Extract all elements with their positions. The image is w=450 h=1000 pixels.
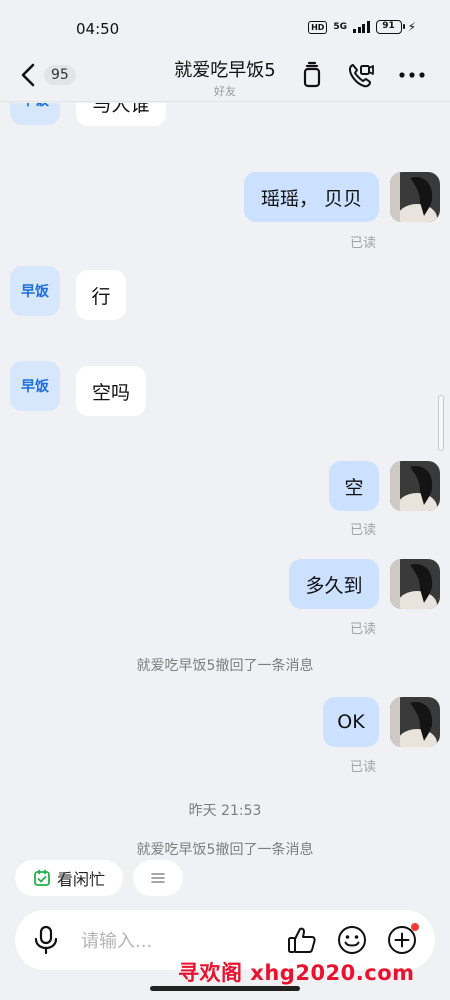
thumbs-up-icon	[288, 927, 316, 953]
chat-header: 95 就爱吃早饭5 好友	[0, 54, 450, 102]
more-actions-button[interactable]	[386, 923, 419, 956]
watermark: 寻欢阁 xhg2020.com	[178, 961, 415, 985]
read-status: 已读	[350, 760, 377, 775]
signal-icon	[353, 21, 370, 33]
status-chip-label: 看闲忙	[56, 870, 105, 889]
menu-chip[interactable]	[133, 860, 183, 896]
video-call-button[interactable]	[346, 60, 376, 90]
message-bubble-incoming[interactable]: 行	[76, 270, 126, 320]
user-avatar[interactable]	[390, 559, 440, 609]
message-bubble-outgoing[interactable]: 空	[329, 461, 379, 511]
network-type-label: 5G	[333, 21, 348, 32]
user-avatar[interactable]	[390, 461, 440, 511]
contact-avatar[interactable]: 早饭	[10, 361, 60, 411]
read-status: 已读	[350, 523, 377, 538]
user-avatar[interactable]	[390, 172, 440, 222]
emoji-icon	[338, 926, 366, 954]
message-bubble-outgoing[interactable]: OK	[323, 697, 379, 747]
unread-count-badge: 95	[44, 65, 76, 85]
message-input[interactable]	[81, 928, 261, 954]
more-icon	[399, 72, 425, 78]
calendar-check-icon	[34, 869, 50, 886]
video-call-icon	[348, 64, 374, 88]
delete-button[interactable]	[297, 60, 327, 90]
status-bar: 04:50 HD 5G 91 ⚡	[0, 0, 450, 54]
menu-icon	[151, 873, 165, 883]
like-button[interactable]	[286, 924, 318, 956]
message-bubble-incoming[interactable]: 空吗	[76, 366, 146, 416]
user-avatar[interactable]	[390, 697, 440, 747]
battery-icon: 91	[375, 20, 405, 34]
message-list[interactable]: 早饭 与人谁 瑶瑶， 贝贝 已读 早饭 行 早饭 空吗 空 已读 多久到 已读 …	[0, 103, 450, 860]
status-icons: HD 5G 91 ⚡	[308, 20, 416, 34]
status-chip[interactable]: 看闲忙	[15, 860, 123, 896]
notification-dot	[411, 923, 419, 931]
contact-avatar[interactable]: 早饭	[10, 103, 60, 125]
hd-icon: HD	[308, 20, 328, 34]
system-message: 就爱吃早饭5撤回了一条消息	[136, 658, 314, 674]
back-button[interactable]: 95	[18, 58, 80, 92]
status-time: 04:50	[76, 20, 120, 38]
message-bubble-outgoing[interactable]: 瑶瑶， 贝贝	[244, 172, 379, 222]
system-message: 就爱吃早饭5撤回了一条消息	[136, 842, 314, 858]
back-arrow-icon	[21, 63, 35, 87]
emoji-button[interactable]	[336, 924, 368, 956]
read-status: 已读	[350, 622, 377, 637]
timestamp: 昨天 21:53	[188, 803, 262, 819]
message-bubble-incoming[interactable]: 与人谁	[76, 103, 166, 126]
read-status: 已读	[350, 236, 377, 251]
scrollbar[interactable]	[438, 395, 444, 451]
voice-button[interactable]	[33, 925, 59, 955]
delete-icon	[303, 61, 321, 88]
contact-avatar[interactable]: 早饭	[10, 266, 60, 316]
more-button[interactable]	[397, 60, 427, 90]
message-bubble-outgoing[interactable]: 多久到	[289, 559, 379, 609]
home-indicator[interactable]	[150, 986, 300, 991]
microphone-icon	[34, 925, 58, 955]
charging-icon: ⚡	[407, 20, 416, 34]
